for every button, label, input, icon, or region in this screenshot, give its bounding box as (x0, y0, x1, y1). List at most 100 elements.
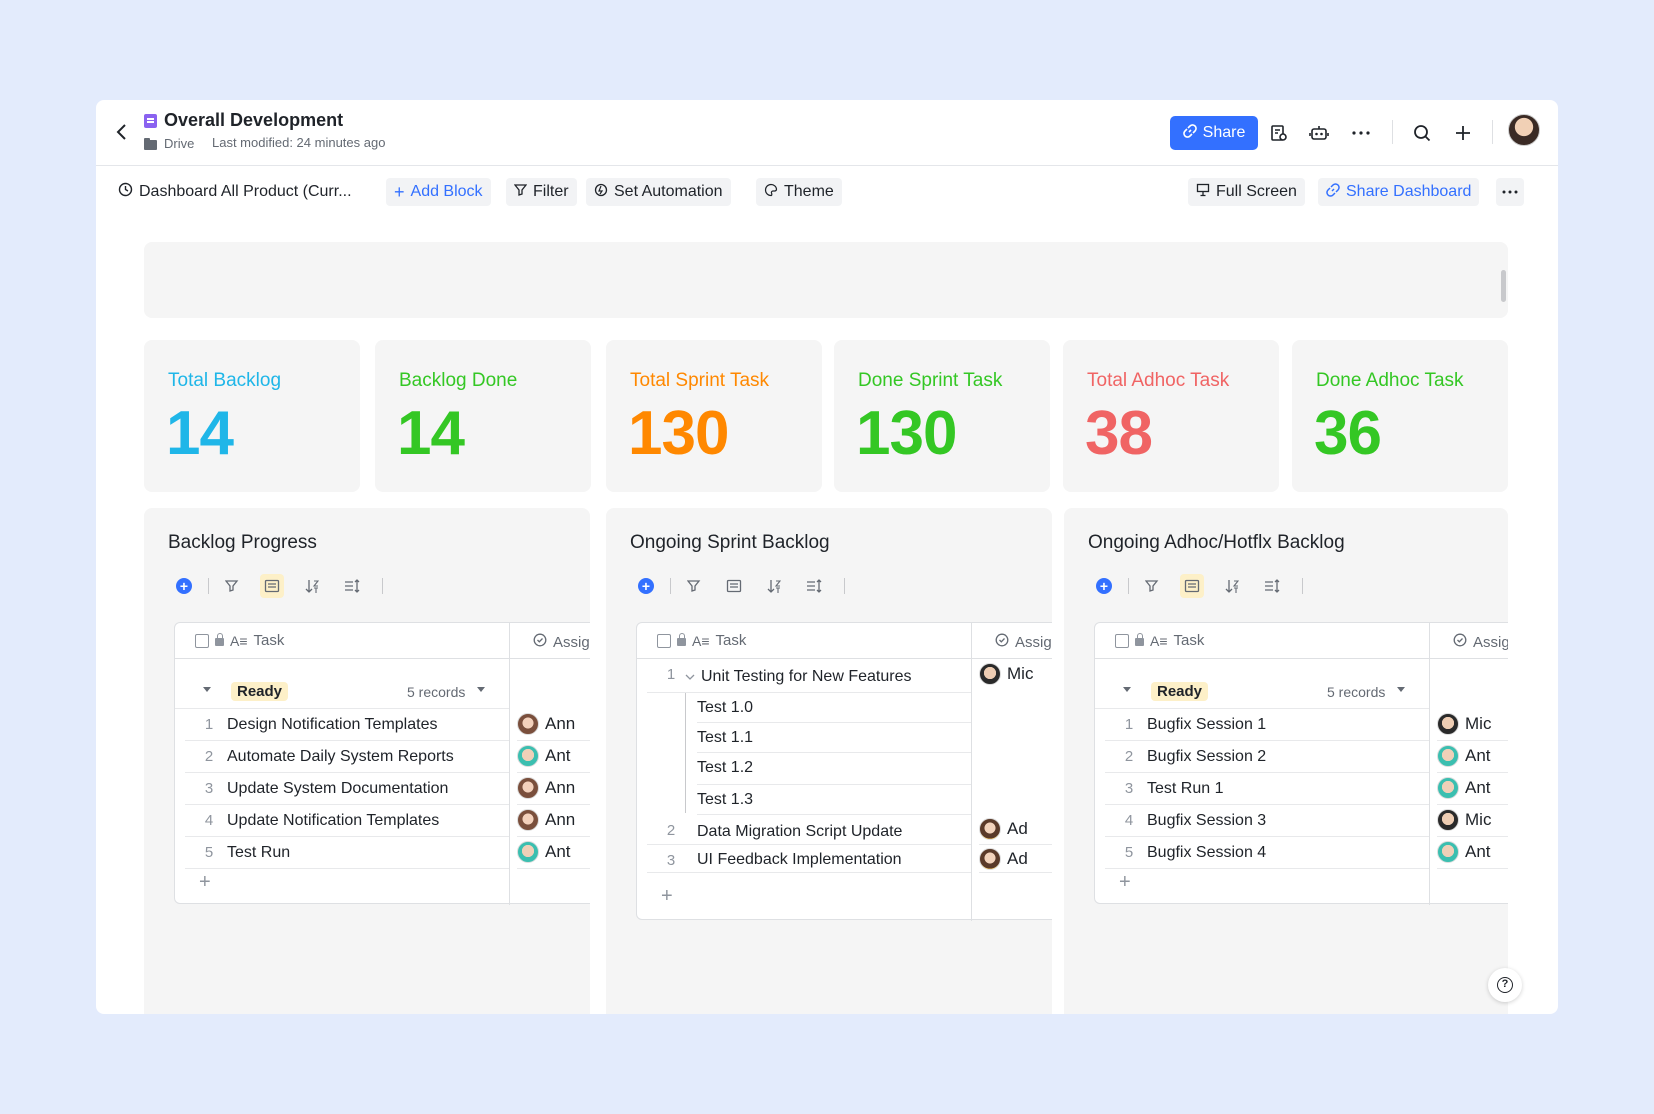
assignee-column-header[interactable]: Assig (995, 633, 1052, 651)
row-height-icon[interactable] (340, 574, 364, 598)
select-all-checkbox[interactable] (1115, 633, 1129, 648)
set-automation-button[interactable]: Set Automation (586, 178, 731, 206)
stat-card-done-adhoc-task[interactable]: Done Adhoc Task 36 (1292, 340, 1508, 492)
task-cell[interactable]: Design Notification Templates (227, 716, 437, 734)
stat-card-total-sprint-task[interactable]: Total Sprint Task 130 (606, 340, 822, 492)
collapse-caret-icon[interactable] (1123, 687, 1131, 692)
task-cell[interactable]: Test 1.1 (697, 729, 753, 747)
group-icon[interactable] (260, 574, 284, 598)
user-avatar[interactable] (1508, 114, 1540, 146)
table-row[interactable]: 4 Update Notification Templates (185, 805, 509, 837)
filter-icon[interactable] (682, 574, 706, 598)
share-dashboard-button[interactable]: Share Dashboard (1318, 178, 1480, 206)
table-row[interactable]: 2 Data Migration Script Update (647, 815, 971, 845)
sort-icon[interactable] (300, 574, 324, 598)
dashboard-selector[interactable]: Dashboard All Product (Curr... (110, 178, 360, 206)
task-cell[interactable]: Unit Testing for New Features (701, 668, 911, 686)
theme-button[interactable]: Theme (756, 178, 842, 206)
add-record-button[interactable]: + (634, 574, 658, 598)
stat-card-total-adhoc-task[interactable]: Total Adhoc Task 38 (1063, 340, 1279, 492)
search-icon[interactable] (1409, 120, 1435, 146)
toolbar-more-icon[interactable] (1496, 178, 1524, 206)
stat-card-backlog-done[interactable]: Backlog Done 14 (375, 340, 591, 492)
robot-icon[interactable] (1306, 120, 1332, 146)
add-row-button[interactable]: + (661, 885, 673, 908)
more-icon[interactable] (1348, 120, 1374, 146)
assignee-cell[interactable]: Ant (1437, 837, 1508, 869)
table-row[interactable]: 3 UI Feedback Implementation (647, 845, 971, 873)
collapse-caret-icon[interactable] (203, 687, 211, 692)
block-scrollbar[interactable] (1501, 270, 1506, 302)
assignee-cell[interactable]: Ann (517, 805, 590, 837)
group-icon[interactable] (1180, 574, 1204, 598)
add-record-button[interactable]: + (1092, 574, 1116, 598)
task-cell[interactable]: Test Run (227, 844, 290, 862)
records-dropdown-icon[interactable] (1397, 687, 1405, 692)
back-arrow-icon[interactable] (110, 120, 134, 144)
add-row-button[interactable]: + (1119, 871, 1131, 894)
task-cell[interactable]: Update System Documentation (227, 780, 448, 798)
task-column-header[interactable]: A≡ Task (195, 632, 284, 649)
table-row[interactable]: 1 Bugfix Session 1 (1105, 709, 1429, 741)
sort-icon[interactable] (1220, 574, 1244, 598)
assignee-cell[interactable]: Ant (1437, 773, 1508, 805)
table-row-parent[interactable]: 1 Unit Testing for New Features (647, 659, 971, 693)
sort-icon[interactable] (762, 574, 786, 598)
task-cell[interactable]: Test 1.2 (697, 759, 753, 777)
assignee-cell[interactable]: Ant (517, 837, 590, 869)
filter-icon[interactable] (220, 574, 244, 598)
select-all-checkbox[interactable] (657, 633, 671, 648)
table-row-child[interactable]: Test 1.0 (697, 693, 971, 723)
row-height-icon[interactable] (1260, 574, 1284, 598)
stat-card-total-backlog[interactable]: Total Backlog 14 (144, 340, 360, 492)
records-dropdown-icon[interactable] (477, 687, 485, 692)
add-row-button[interactable]: + (199, 871, 211, 894)
task-cell[interactable]: Test 1.0 (697, 699, 753, 717)
breadcrumb-drive[interactable]: Drive (164, 136, 194, 151)
select-all-checkbox[interactable] (195, 633, 209, 648)
table-row-child[interactable]: Test 1.2 (697, 753, 971, 785)
assignee-cell[interactable]: Ad (979, 845, 1052, 873)
plus-icon[interactable] (1450, 120, 1476, 146)
task-cell[interactable]: Test Run 1 (1147, 780, 1223, 798)
expand-chevron-icon[interactable] (685, 668, 695, 686)
table-row[interactable]: 4 Bugfix Session 3 (1105, 805, 1429, 837)
add-record-button[interactable]: + (172, 574, 196, 598)
table-row-child[interactable]: Test 1.1 (697, 723, 971, 753)
add-block-button[interactable]: + Add Block (386, 178, 491, 206)
task-cell[interactable]: Data Migration Script Update (697, 823, 902, 841)
task-cell[interactable]: Bugfix Session 2 (1147, 748, 1266, 766)
assignee-cell[interactable]: Ant (1437, 741, 1508, 773)
table-row[interactable]: 2 Bugfix Session 2 (1105, 741, 1429, 773)
task-column-header[interactable]: A≡ Task (657, 632, 746, 649)
table-row[interactable]: 2 Automate Daily System Reports (185, 741, 509, 773)
help-button[interactable]: ? (1488, 968, 1522, 1002)
table-row[interactable]: 3 Update System Documentation (185, 773, 509, 805)
group-icon[interactable] (722, 574, 746, 598)
task-cell[interactable]: Bugfix Session 1 (1147, 716, 1266, 734)
assignee-cell[interactable]: Ann (517, 773, 590, 805)
filter-button[interactable]: Filter (506, 178, 577, 206)
full-screen-button[interactable]: Full Screen (1188, 178, 1305, 206)
row-height-icon[interactable] (802, 574, 826, 598)
table-row[interactable]: 5 Test Run (185, 837, 509, 869)
document-settings-icon[interactable] (1266, 120, 1292, 146)
task-cell[interactable]: Update Notification Templates (227, 812, 439, 830)
assignee-column-header[interactable]: Assig (533, 633, 590, 651)
task-cell[interactable]: Test 1.3 (697, 791, 753, 809)
group-header-ready[interactable]: Ready 5 records (1095, 675, 1429, 709)
empty-text-block[interactable] (144, 242, 1508, 318)
filter-icon[interactable] (1140, 574, 1164, 598)
task-column-header[interactable]: A≡ Task (1115, 632, 1204, 649)
assignee-cell[interactable]: Ann (517, 709, 590, 741)
group-header-ready[interactable]: Ready 5 records (175, 675, 509, 709)
share-button[interactable]: Share (1170, 116, 1258, 150)
task-cell[interactable]: Automate Daily System Reports (227, 748, 454, 766)
assignee-cell[interactable]: Mic (979, 659, 1052, 693)
assignee-cell[interactable]: Ad (979, 815, 1052, 845)
assignee-cell[interactable]: Ant (517, 741, 590, 773)
table-row[interactable]: 3 Test Run 1 (1105, 773, 1429, 805)
stat-card-done-sprint-task[interactable]: Done Sprint Task 130 (834, 340, 1050, 492)
task-cell[interactable]: UI Feedback Implementation (697, 851, 902, 869)
task-cell[interactable]: Bugfix Session 4 (1147, 844, 1266, 862)
